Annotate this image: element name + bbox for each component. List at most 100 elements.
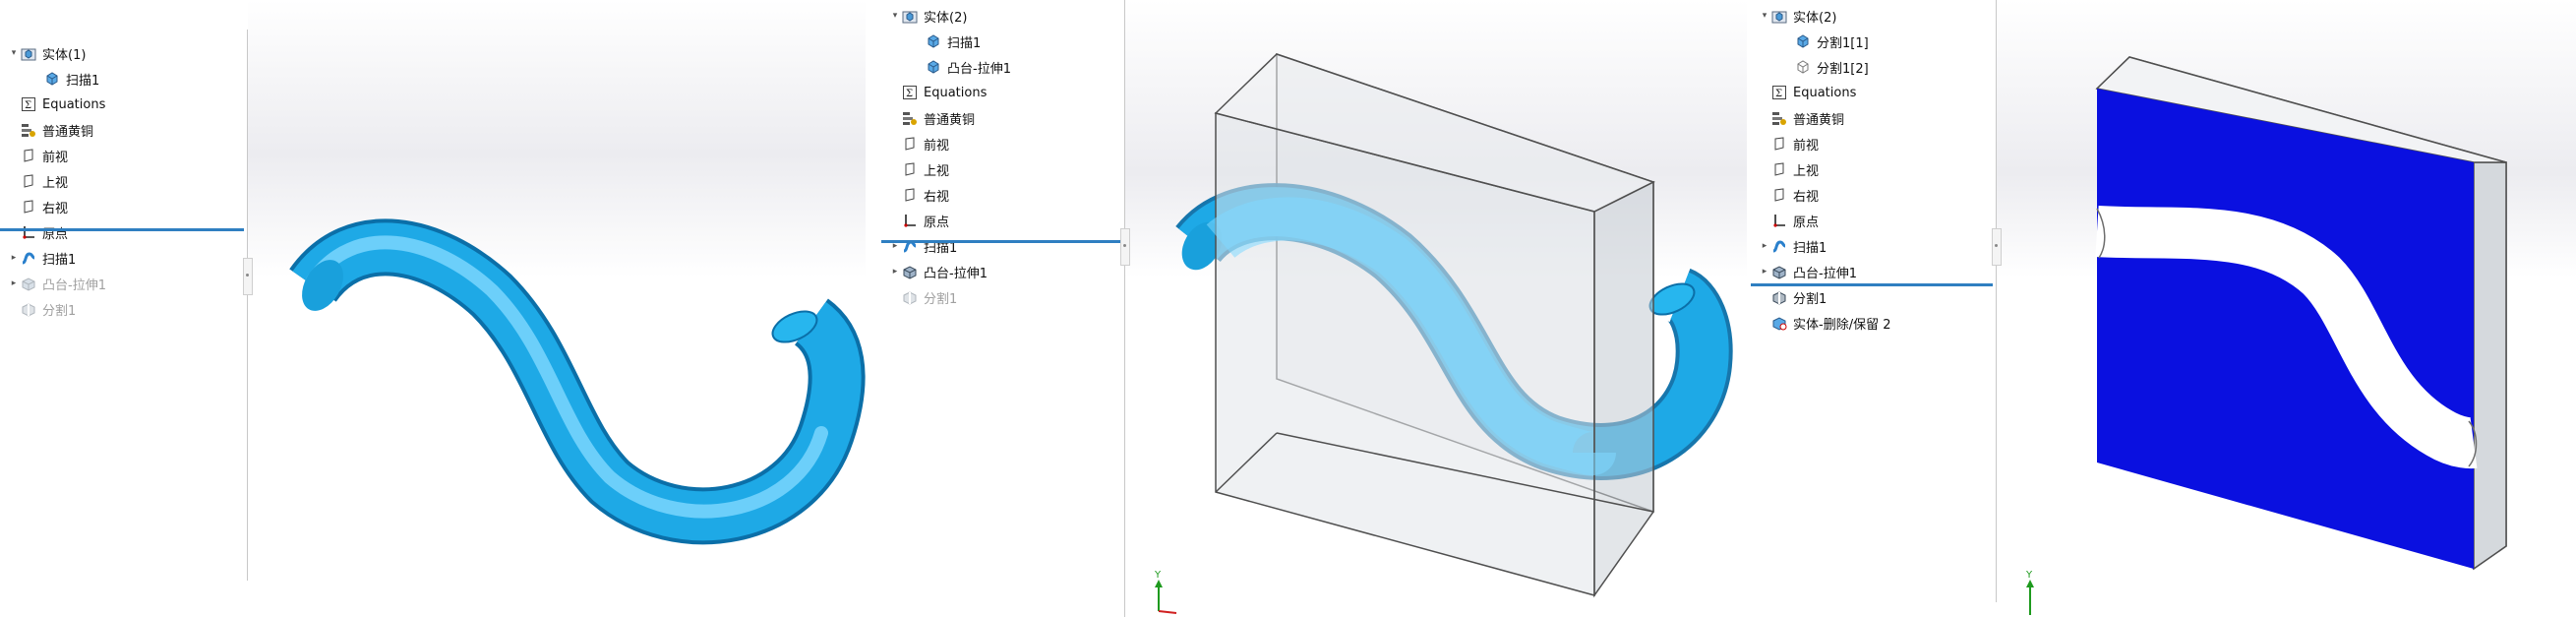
expand-arrow-icon[interactable]: ▸ — [8, 253, 20, 263]
tree-item[interactable]: ▸ 凸台-拉伸1 — [1759, 262, 1857, 281]
panel-splitter-handle[interactable] — [1120, 228, 1130, 266]
tree-item[interactable]: 前视 — [1759, 134, 1819, 154]
origin-icon — [1770, 212, 1788, 229]
tree-item-label: 扫描1 — [42, 252, 77, 268]
tree-item-label: 扫描1 — [947, 35, 982, 51]
tree-item[interactable]: 分割1 — [889, 287, 957, 307]
boss-extrude-icon — [1770, 263, 1788, 280]
tree-item[interactable]: 分割1 — [1759, 287, 1827, 307]
tree-item-label: 凸台-拉伸1 — [924, 266, 988, 281]
tree-item-label: 右视 — [1793, 189, 1820, 205]
expand-arrow-icon[interactable]: ▸ — [889, 267, 901, 277]
tree-item[interactable]: 前视 — [8, 146, 68, 165]
tree-item[interactable]: 扫描1 — [913, 31, 981, 51]
tree-item-label: 凸台-拉伸1 — [947, 61, 1011, 77]
tree-item-label: Equations — [42, 96, 106, 112]
panel-splitter-handle[interactable] — [243, 258, 253, 295]
tree-item[interactable]: 原点 — [1759, 211, 1819, 230]
tree-item-label: 上视 — [924, 163, 950, 179]
origin-icon — [20, 223, 37, 241]
tree-item[interactable]: Σ Equations — [889, 83, 987, 102]
material-icon — [20, 121, 37, 139]
tree-item[interactable]: 分割1 — [8, 299, 76, 319]
plane-icon — [20, 172, 37, 190]
collapse-arrow-icon[interactable]: ▾ — [1759, 11, 1770, 21]
rollback-bar[interactable] — [1751, 283, 1993, 286]
tree-item[interactable]: 分割1[1] — [1782, 31, 1869, 51]
panel-1: ▾ 实体(1) 扫描1 Σ Equations 普通黄铜 前视 上视 右视 原点 ▸ 扫描1 ▸ 凸台-拉… — [0, 0, 866, 617]
tree-item-label: 普通黄铜 — [924, 112, 976, 128]
expand-arrow-icon[interactable]: ▸ — [8, 278, 20, 288]
tree-item[interactable]: 前视 — [889, 134, 949, 154]
tree-item[interactable]: 右视 — [8, 197, 68, 216]
panel-3: ▾ 实体(2) 分割1[1] 分割1[2] Σ Equations 普通黄铜前视上视右视原点… — [1751, 0, 2576, 617]
tree-item[interactable]: 右视 — [1759, 185, 1819, 205]
plane-icon — [20, 198, 37, 216]
triad-y-label: Y — [2026, 570, 2033, 581]
equations-icon: Σ — [20, 95, 37, 113]
svg-text:Σ: Σ — [906, 89, 913, 99]
tree-item-label: 前视 — [924, 138, 950, 154]
tree-item-label: 实体(2) — [924, 10, 968, 26]
equations-icon: Σ — [1770, 84, 1788, 101]
tree-item-label: 右视 — [924, 189, 950, 205]
tree-item-label: 原点 — [924, 215, 950, 230]
tree-item-label: 上视 — [42, 175, 69, 191]
sweep-feature-icon — [1770, 237, 1788, 255]
feature-manager-tree-3[interactable]: ▾ 实体(2) 分割1[1] 分割1[2] Σ Equations 普通黄铜前视上视右视原点… — [1751, 0, 1997, 602]
view-triad: Y — [1147, 570, 1186, 617]
tree-item-label: 实体(1) — [42, 47, 87, 63]
tree-item[interactable]: 右视 — [889, 185, 949, 205]
material-icon — [1770, 109, 1788, 127]
tree-item-label: 分割1 — [924, 291, 958, 307]
tree-item[interactable]: ▸ 凸台-拉伸1 — [889, 262, 988, 281]
tree-item-label: 分割1[2] — [1817, 61, 1869, 77]
plane-icon — [901, 135, 919, 153]
expand-arrow-icon[interactable]: ▸ — [1759, 241, 1770, 251]
tree-item[interactable]: 上视 — [1759, 159, 1819, 179]
tree-item[interactable]: 分割1[2] — [1782, 57, 1869, 77]
material-icon — [901, 109, 919, 127]
tree-item[interactable]: 上视 — [8, 171, 68, 191]
tree-item[interactable]: ▸ 凸台-拉伸1 — [8, 274, 106, 293]
tree-item[interactable]: 普通黄铜 — [1759, 108, 1844, 128]
split-feature-icon — [1770, 288, 1788, 306]
tree-item[interactable]: 上视 — [889, 159, 949, 179]
delete-body-icon — [1770, 314, 1788, 332]
tree-item[interactable]: 扫描1 — [31, 69, 99, 89]
tree-item[interactable]: ▸ 扫描1 — [889, 236, 957, 256]
tree-item[interactable]: ▸ 扫描1 — [1759, 236, 1827, 256]
solid-body-icon — [43, 70, 61, 88]
svg-text:Σ: Σ — [1775, 89, 1782, 99]
tree-item[interactable]: 原点 — [8, 222, 68, 242]
collapse-arrow-icon[interactable]: ▾ — [8, 48, 20, 58]
tree-item[interactable]: ▾ 实体(2) — [889, 6, 968, 26]
tree-item[interactable]: ▾ 实体(2) — [1759, 6, 1837, 26]
tree-item-label: 分割1[1] — [1817, 35, 1869, 51]
tree-item[interactable]: Σ Equations — [1759, 83, 1856, 102]
tree-item[interactable]: 凸台-拉伸1 — [913, 57, 1011, 77]
plane-icon — [1770, 135, 1788, 153]
tree-item[interactable]: 普通黄铜 — [8, 120, 93, 140]
tree-item-label: 原点 — [42, 226, 69, 242]
tree-item[interactable]: Σ Equations — [8, 94, 105, 114]
solid-body-icon — [925, 58, 942, 76]
tree-item[interactable]: 普通黄铜 — [889, 108, 975, 128]
tree-item-label: Equations — [1793, 85, 1857, 100]
tree-item[interactable]: 实体-删除/保留 2 — [1759, 313, 1890, 333]
expand-arrow-icon[interactable]: ▸ — [1759, 267, 1770, 277]
tree-item[interactable]: 原点 — [889, 211, 949, 230]
panel-splitter-handle[interactable] — [1992, 228, 2002, 266]
feature-manager-tree-2[interactable]: ▾ 实体(2) 扫描1 凸台-拉伸1 Σ Equations 普通黄铜前视上视右视原点 ▸ 扫描… — [881, 0, 1125, 617]
tree-item[interactable]: ▾ 实体(1) — [8, 43, 87, 63]
triad-y-label: Y — [1155, 570, 1162, 581]
collapse-arrow-icon[interactable]: ▾ — [889, 11, 901, 21]
tree-item[interactable]: ▸ 扫描1 — [8, 248, 76, 268]
svg-text:Σ: Σ — [25, 100, 31, 111]
feature-manager-tree-1[interactable]: ▾ 实体(1) 扫描1 Σ Equations 普通黄铜 前视 上视 右视 原点 ▸ 扫描1 ▸ 凸台-拉… — [0, 30, 248, 581]
plane-icon — [901, 160, 919, 178]
rollback-bar[interactable] — [881, 240, 1121, 243]
tree-item-label: 分割1 — [42, 303, 77, 319]
rollback-bar[interactable] — [0, 228, 244, 231]
tree-item-label: 凸台-拉伸1 — [42, 278, 106, 293]
